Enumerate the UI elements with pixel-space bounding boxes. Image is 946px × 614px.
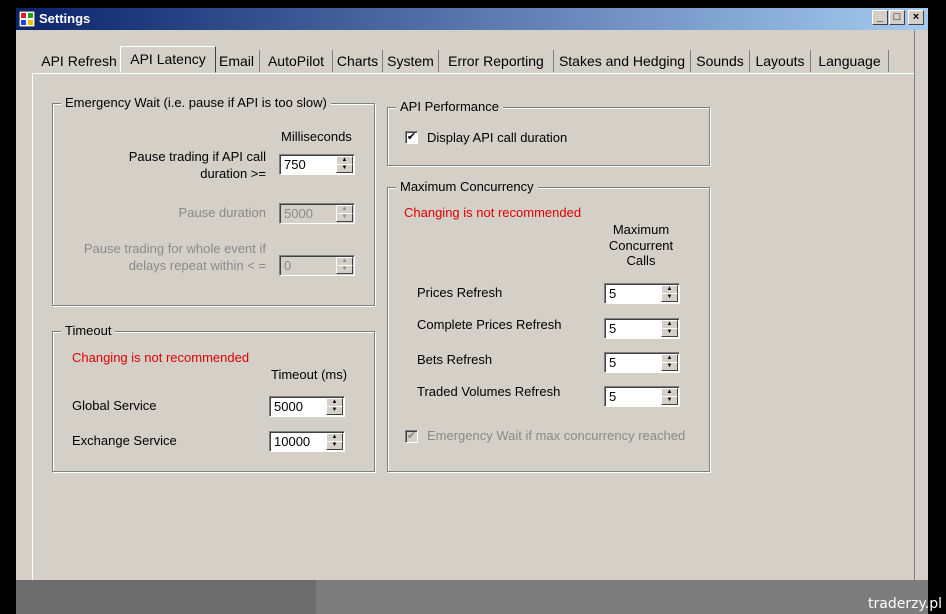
spin-down-icon[interactable]: ▼ (661, 362, 678, 371)
concurrency-row-label: Prices Refresh (417, 285, 503, 300)
whole-event-stepper[interactable]: 0 ▲ ▼ (279, 255, 355, 276)
pause-trading-label-1: Pause trading if API call (128, 149, 266, 164)
window-title: Settings (39, 11, 91, 26)
exchange-service-value: 10000 (274, 434, 311, 449)
global-service-stepper[interactable]: 5000 ▲ ▼ (269, 396, 345, 417)
tab-api-refresh[interactable]: API Refresh (36, 50, 123, 72)
scrollbar[interactable] (914, 30, 928, 614)
pause-duration-stepper[interactable]: 5000 ▲ ▼ (279, 203, 355, 224)
exchange-service-label: Exchange Service (72, 433, 177, 448)
tab-api-latency[interactable]: API Latency (120, 46, 216, 73)
concurrency-row-label: Traded Volumes Refresh (417, 384, 561, 399)
spin-down-icon[interactable]: ▼ (336, 164, 353, 173)
prices-refresh-value: 5 (609, 286, 617, 301)
traded-volumes-refresh-value: 5 (609, 389, 617, 404)
pause-duration-value: 5000 (284, 206, 313, 221)
whole-event-label-1: Pause trading for whole event if (83, 241, 266, 256)
spin-down-icon[interactable]: ▼ (661, 396, 678, 405)
whole-event-value: 0 (284, 258, 292, 273)
maximize-button[interactable]: □ (889, 10, 905, 25)
tab-charts[interactable]: Charts (333, 50, 383, 72)
title-bar[interactable]: Settings _ □ × (16, 8, 928, 30)
tab-email[interactable]: Email (214, 50, 260, 72)
concurrency-header-3: Calls (626, 253, 656, 268)
tab-layouts[interactable]: Layouts (750, 50, 811, 72)
watermark: traderzy.pl (868, 596, 942, 612)
concurrency-header-1: Maximum (612, 222, 670, 237)
status-panel-right (316, 580, 928, 614)
tab-stakes-and-hedging[interactable]: Stakes and Hedging (554, 50, 691, 72)
global-service-value: 5000 (274, 399, 303, 414)
spin-down-icon[interactable]: ▼ (661, 328, 678, 337)
client-area: API Refresh API Latency Email AutoPilot … (16, 30, 928, 614)
spin-down-icon[interactable]: ▼ (336, 213, 353, 222)
complete-prices-refresh-stepper[interactable]: 5 ▲ ▼ (604, 318, 680, 339)
maximum-concurrency-title: Maximum Concurrency (396, 179, 538, 194)
spin-down-icon[interactable]: ▼ (326, 441, 343, 450)
concurrency-warning: Changing is not recommended (404, 205, 582, 220)
global-service-label: Global Service (72, 398, 157, 413)
exchange-service-stepper[interactable]: 10000 ▲ ▼ (269, 431, 345, 452)
timeout-warning: Changing is not recommended (72, 350, 250, 365)
tab-system[interactable]: System (383, 50, 439, 72)
tab-sounds[interactable]: Sounds (691, 50, 750, 72)
timeout-group: Timeout Changing is not recommended Time… (52, 323, 375, 472)
pause-trading-value: 750 (284, 157, 306, 172)
spin-down-icon[interactable]: ▼ (661, 293, 678, 302)
pause-trading-stepper[interactable]: 750 ▲ ▼ (279, 154, 355, 175)
tab-language[interactable]: Language (811, 50, 889, 72)
complete-prices-refresh-value: 5 (609, 321, 617, 336)
timeout-ms-header: Timeout (ms) (271, 367, 348, 382)
emergency-wait-concurrency-checkbox[interactable]: ✔ (405, 430, 418, 443)
emergency-wait-title: Emergency Wait (i.e. pause if API is too… (61, 95, 331, 110)
minimize-button[interactable]: _ (872, 10, 888, 25)
tab-autopilot[interactable]: AutoPilot (260, 50, 333, 72)
spin-down-icon[interactable]: ▼ (336, 265, 353, 274)
status-bar (16, 580, 928, 614)
emergency-wait-concurrency-label[interactable]: Emergency Wait if max concurrency reache… (427, 428, 685, 443)
prices-refresh-stepper[interactable]: 5 ▲ ▼ (604, 283, 680, 304)
maximum-concurrency-group: Maximum Concurrency Changing is not reco… (387, 179, 710, 472)
status-panel-left (16, 580, 316, 614)
traded-volumes-refresh-stepper[interactable]: 5 ▲ ▼ (604, 386, 680, 407)
pause-duration-label: Pause duration (178, 205, 266, 220)
milliseconds-header: Milliseconds (281, 129, 352, 144)
app-icon (19, 11, 35, 27)
emergency-wait-group: Emergency Wait (i.e. pause if API is too… (52, 95, 375, 306)
api-latency-panel: Emergency Wait (i.e. pause if API is too… (32, 73, 916, 614)
concurrency-row-label: Complete Prices Refresh (417, 317, 562, 332)
close-button[interactable]: × (908, 10, 924, 25)
concurrency-header-2: Concurrent (608, 238, 674, 253)
display-api-duration-checkbox[interactable]: ✔ (405, 131, 418, 144)
pause-trading-label-2: duration >= (200, 166, 266, 181)
timeout-title: Timeout (61, 323, 116, 338)
bets-refresh-value: 5 (609, 355, 617, 370)
display-api-duration-label[interactable]: Display API call duration (427, 130, 567, 145)
whole-event-label-2: delays repeat within < = (128, 258, 266, 273)
api-performance-title: API Performance (396, 99, 503, 114)
spin-down-icon[interactable]: ▼ (326, 406, 343, 415)
settings-window: Settings _ □ × API Refresh API Latency E… (16, 8, 928, 614)
api-performance-group: API Performance ✔ Display API call durat… (387, 99, 710, 166)
bets-refresh-stepper[interactable]: 5 ▲ ▼ (604, 352, 680, 373)
concurrency-row-label: Bets Refresh (417, 352, 493, 367)
tab-error-reporting[interactable]: Error Reporting (439, 50, 554, 72)
